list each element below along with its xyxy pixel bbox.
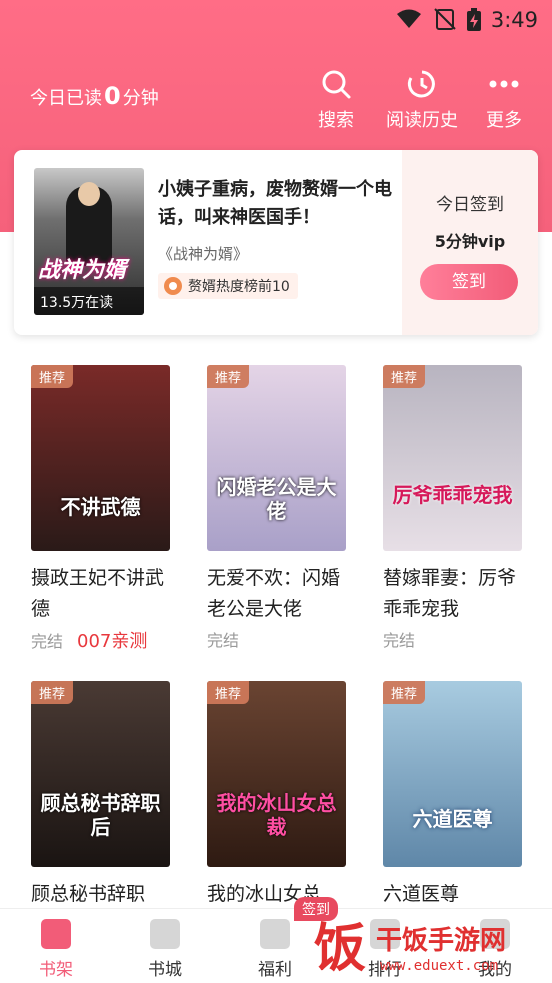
search-icon <box>322 70 351 99</box>
sign-reward: 5分钟vip <box>434 232 506 251</box>
book-status: 完结 <box>383 631 416 650</box>
nav-bookshelf[interactable]: 书架 <box>16 919 96 980</box>
watermark-url: www.eduext.com <box>380 958 499 974</box>
medal-icon <box>164 277 182 295</box>
rank-badge[interactable]: 赘婿热度榜前10 <box>158 273 298 299</box>
book-meta: 完结 <box>207 627 347 651</box>
more-label: 更多 <box>486 110 522 131</box>
rank-label: 赘婿热度榜前10 <box>188 279 290 295</box>
search-label: 搜索 <box>318 110 354 131</box>
sign-panel: 今日签到 5分钟vip 签到 <box>402 150 538 335</box>
bookstore-icon <box>150 919 180 949</box>
featured-readers: 13.5万在读 <box>34 287 144 315</box>
reading-minutes: 0 <box>104 82 121 110</box>
status-bar: 3:49 <box>0 0 552 38</box>
bookshelf-icon <box>41 919 71 949</box>
recommend-tag: 推荐 <box>207 681 250 704</box>
book-status: 完结 <box>207 631 240 650</box>
book-title[interactable]: 无爱不欢：闪婚老公是大佬 <box>207 563 347 625</box>
featured-card[interactable]: 战神为婿 13.5万在读 小姨子重病，废物赘婿一个电话，叫来神医国手！ 《战神为… <box>14 150 538 335</box>
sign-in-button[interactable]: 签到 <box>420 264 518 300</box>
featured-cover-title: 战神为婿 <box>38 258 127 283</box>
book-note: 007亲测 <box>77 631 148 652</box>
featured-headline[interactable]: 小姨子重病，废物赘婿一个电话，叫来神医国手！ <box>158 176 393 232</box>
recommend-tag: 推荐 <box>31 365 74 388</box>
book-cover[interactable]: 推荐 我的冰山女总裁 <box>207 681 346 867</box>
wifi-icon <box>397 9 421 28</box>
nav-label: 书城 <box>148 960 182 980</box>
watermark-logo: 饭 <box>314 919 367 979</box>
book-cover[interactable]: 推荐 闪婚老公是大佬 <box>207 365 346 551</box>
reading-prefix: 今日已读 <box>30 88 102 109</box>
watermark: 饭 干饭手游网 www.eduext.com <box>314 918 546 980</box>
cover-title: 厉爷乖乖宠我 <box>392 483 513 507</box>
history-button[interactable]: 阅读历史 <box>386 68 458 132</box>
book-title[interactable]: 顾总秘书辞职 <box>31 879 171 910</box>
reading-time: 今日已读0 分钟 <box>30 82 159 110</box>
book-card[interactable]: 推荐 厉爷乖乖宠我 替嫁罪妻：厉爷乖乖宠我 完结 <box>383 365 523 651</box>
book-title[interactable]: 摄政王妃不讲武德 <box>31 563 171 625</box>
book-cover[interactable]: 推荐 不讲武德 <box>31 365 170 551</box>
recommend-tag: 推荐 <box>207 365 250 388</box>
cover-face <box>78 182 100 206</box>
nav-label: 福利 <box>258 960 292 980</box>
featured-book-name: 《战神为婿》 <box>158 245 249 263</box>
book-cover[interactable]: 推荐 顾总秘书辞职后 <box>31 681 170 867</box>
book-card[interactable]: 推荐 不讲武德 摄政王妃不讲武德 完结 007亲测 <box>31 365 171 653</box>
cover-title: 六道医尊 <box>412 807 493 831</box>
book-meta: 完结 007亲测 <box>31 627 171 653</box>
more-button[interactable]: 更多 <box>486 68 522 132</box>
cover-title: 顾总秘书辞职后 <box>40 791 161 839</box>
book-cover[interactable]: 推荐 六道医尊 <box>383 681 522 867</box>
history-icon <box>407 70 435 98</box>
reading-suffix: 分钟 <box>122 88 159 109</box>
nav-welfare[interactable]: 福利 <box>235 919 315 980</box>
recommend-tag: 推荐 <box>383 365 426 388</box>
history-label: 阅读历史 <box>386 110 458 131</box>
search-button[interactable]: 搜索 <box>318 68 354 132</box>
gift-icon <box>260 919 290 949</box>
book-cover[interactable]: 推荐 厉爷乖乖宠我 <box>383 365 522 551</box>
book-card[interactable]: 推荐 六道医尊 六道医尊 <box>383 681 523 910</box>
book-title[interactable]: 替嫁罪妻：厉爷乖乖宠我 <box>383 563 523 625</box>
recommend-tag: 推荐 <box>31 681 74 704</box>
battery-icon <box>467 8 481 31</box>
cover-title: 不讲武德 <box>60 495 141 519</box>
featured-cover[interactable]: 战神为婿 13.5万在读 <box>34 168 144 315</box>
book-card[interactable]: 推荐 我的冰山女总裁 我的冰山女总 <box>207 681 347 910</box>
cover-title: 闪婚老公是大佬 <box>216 475 337 523</box>
book-title[interactable]: 六道医尊 <box>383 879 523 910</box>
cover-title: 我的冰山女总裁 <box>216 791 337 839</box>
watermark-site: 干饭手游网 <box>376 926 507 956</box>
book-status: 完结 <box>31 632 64 651</box>
clock: 3:49 <box>490 8 538 32</box>
sign-label: 今日签到 <box>436 195 504 215</box>
book-card[interactable]: 推荐 闪婚老公是大佬 无爱不欢：闪婚老公是大佬 完结 <box>207 365 347 651</box>
nav-label: 书架 <box>39 960 73 980</box>
recommend-tag: 推荐 <box>383 681 426 704</box>
more-icon <box>489 80 519 88</box>
book-meta: 完结 <box>383 627 523 651</box>
book-card[interactable]: 推荐 顾总秘书辞职后 顾总秘书辞职 <box>31 681 171 910</box>
nav-bookstore[interactable]: 书城 <box>125 919 205 980</box>
no-sim-icon <box>434 8 456 30</box>
